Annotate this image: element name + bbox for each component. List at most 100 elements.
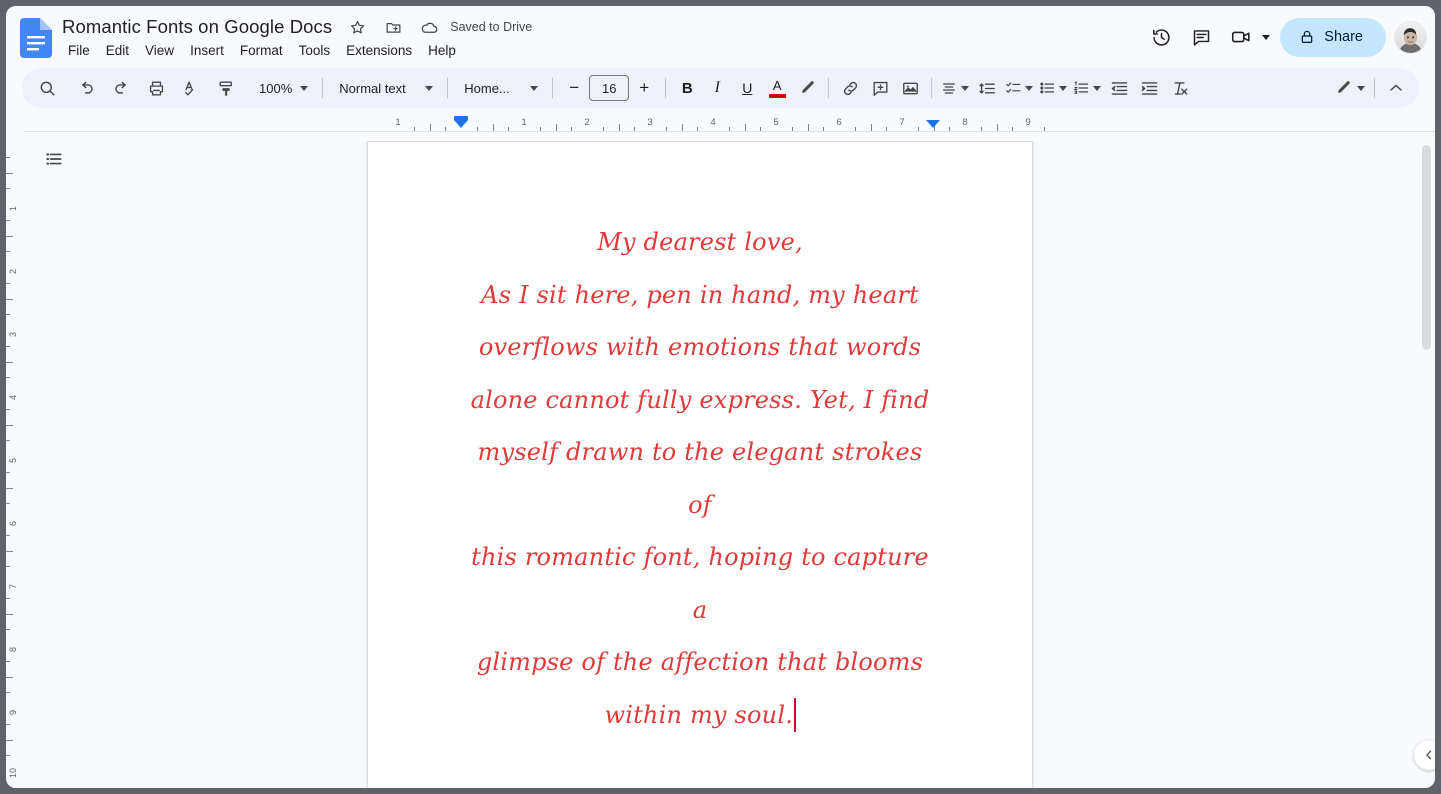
text-color-swatch [768, 93, 786, 98]
google-docs-logo[interactable] [20, 18, 52, 58]
document-line: As I sit here, pen in hand, my heart [481, 280, 919, 309]
document-title[interactable]: Romantic Fonts on Google Docs [58, 14, 336, 40]
increase-indent-icon[interactable] [1134, 73, 1164, 103]
insert-image-icon[interactable] [895, 73, 925, 103]
ruler-label: 4 [710, 117, 716, 128]
ruler-tick [870, 124, 872, 131]
vertical-ruler-tick [6, 550, 13, 552]
line-spacing-icon[interactable] [972, 73, 1002, 103]
collapse-toolbar-button[interactable] [1381, 73, 1411, 103]
toolbar-divider [1374, 78, 1375, 98]
vertical-ruler-label: 8 [8, 646, 18, 652]
menu-file[interactable]: File [60, 40, 98, 61]
document-outline-icon[interactable] [36, 141, 72, 177]
undo-icon[interactable] [71, 73, 101, 103]
search-icon[interactable] [32, 73, 62, 103]
document-line: alone cannot fully express. Yet, I find [470, 385, 930, 414]
vertical-scrollbar-thumb[interactable] [1422, 145, 1431, 350]
vertical-ruler-tick [6, 723, 10, 725]
document-line: this romantic font, hoping to capture a [471, 543, 929, 624]
menu-view[interactable]: View [137, 40, 182, 61]
menu-insert[interactable]: Insert [182, 40, 232, 61]
star-icon[interactable] [342, 12, 372, 42]
meet-camera-icon[interactable] [1221, 17, 1261, 57]
text-color-letter: A [772, 77, 782, 93]
save-status: Saved to Drive [450, 20, 533, 34]
menu-tools[interactable]: Tools [291, 40, 339, 61]
vertical-scrollbar[interactable] [1420, 131, 1432, 788]
highlight-pen-icon[interactable] [792, 73, 822, 103]
vertical-ruler-label: 2 [8, 268, 18, 274]
document-body-text[interactable]: My dearest love, As I sit here, pen in ha… [464, 216, 936, 741]
increase-font-size-button[interactable]: + [629, 73, 659, 103]
add-comment-icon[interactable] [865, 73, 895, 103]
menu-extensions[interactable]: Extensions [338, 40, 420, 61]
ruler-tick [618, 124, 620, 131]
ruler-tick [429, 124, 431, 131]
vertical-ruler-tick [6, 471, 10, 473]
insert-link-icon[interactable] [835, 73, 865, 103]
vertical-ruler-tick [6, 613, 13, 615]
cloud-saved-icon [414, 12, 444, 42]
decrease-font-size-button[interactable]: − [559, 73, 589, 103]
ruler-label: 6 [836, 117, 842, 128]
vertical-ruler-tick [6, 755, 10, 757]
meet-chevron-down-icon[interactable] [1262, 34, 1271, 40]
bulleted-list-icon[interactable] [1036, 73, 1070, 103]
menu-edit[interactable]: Edit [98, 40, 137, 61]
bullets-chevron-down-icon [1059, 85, 1068, 91]
zoom-control[interactable]: 100% [249, 73, 314, 103]
clear-formatting-icon[interactable] [1164, 73, 1194, 103]
account-avatar[interactable] [1394, 20, 1427, 54]
left-indent-marker[interactable] [454, 120, 468, 128]
italic-button[interactable]: I [702, 73, 732, 103]
paint-format-icon[interactable] [211, 73, 241, 103]
edit-mode-button[interactable] [1330, 73, 1368, 103]
bold-button[interactable]: B [672, 73, 702, 103]
align-center-icon[interactable] [938, 73, 972, 103]
document-canvas: 1 2 3 4 5 6 7 8 9 10 My dearest love, As I sit her… [6, 131, 1435, 788]
numbered-list-icon[interactable] [1070, 73, 1104, 103]
align-chevron-down-icon [961, 85, 970, 91]
vertical-ruler-tick [6, 660, 10, 662]
expand-panel-button[interactable] [1414, 740, 1435, 770]
meet-button[interactable] [1221, 17, 1274, 57]
main-toolbar: 100% Normal text Home... − 16 + B I U A [22, 68, 1419, 108]
vertical-ruler-tick [6, 566, 10, 568]
menu-format[interactable]: Format [232, 40, 291, 61]
spellcheck-icon[interactable] [176, 73, 206, 103]
right-indent-marker[interactable] [926, 120, 940, 128]
vertical-ruler-tick [6, 219, 10, 221]
comment-icon[interactable] [1181, 17, 1221, 57]
vertical-ruler-tick [6, 345, 10, 347]
vertical-ruler-tick [6, 692, 10, 694]
print-icon[interactable] [141, 73, 171, 103]
redo-icon[interactable] [106, 73, 136, 103]
document-page[interactable]: My dearest love, As I sit here, pen in ha… [367, 141, 1033, 788]
google-docs-window: Romantic Fonts on Google Docs Saved to D… [6, 6, 1435, 788]
app-header: Romantic Fonts on Google Docs Saved to D… [6, 6, 1435, 68]
font-family-select[interactable]: Home... [454, 73, 546, 103]
ruler-ticks: 1 1 2 3 4 5 6 7 8 9 [6, 114, 1435, 131]
toolbar-divider [665, 78, 667, 98]
text-color-button[interactable]: A [762, 73, 792, 103]
toolbar-divider [931, 78, 933, 98]
move-to-folder-icon[interactable] [378, 12, 408, 42]
share-button[interactable]: Share [1280, 17, 1386, 57]
style-chevron-down-icon [425, 85, 434, 91]
vertical-ruler-tick [6, 156, 10, 158]
version-history-icon[interactable] [1141, 17, 1181, 57]
underline-button[interactable]: U [732, 73, 762, 103]
menu-help[interactable]: Help [420, 40, 464, 61]
vertical-ruler-tick [6, 298, 13, 300]
checklist-icon[interactable] [1002, 73, 1036, 103]
vertical-ruler[interactable]: 1 2 3 4 5 6 7 8 9 10 [6, 131, 23, 788]
ruler-label: 2 [584, 117, 590, 128]
font-size-input[interactable]: 16 [589, 75, 630, 101]
paragraph-style-select[interactable]: Normal text [329, 73, 441, 103]
text-cursor [794, 697, 796, 732]
horizontal-ruler[interactable]: 1 1 2 3 4 5 6 7 8 9 [6, 114, 1435, 131]
decrease-indent-icon[interactable] [1104, 73, 1134, 103]
document-line: My dearest love, [597, 228, 803, 256]
ruler-tick [492, 124, 494, 131]
